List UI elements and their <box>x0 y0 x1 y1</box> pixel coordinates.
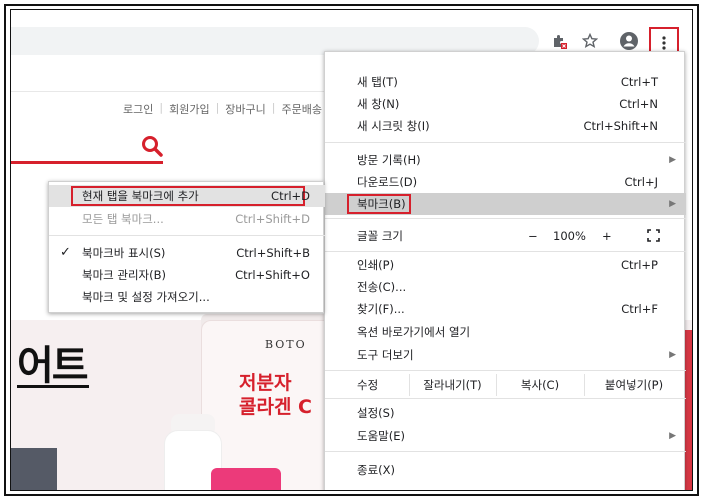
pink-product-box <box>211 468 281 490</box>
copy-button[interactable]: 복사(C) <box>496 372 584 398</box>
submenu-bookmark-all-label: 모든 탭 북마크... <box>82 212 164 226</box>
menu-bookmarks[interactable]: 북마크(B) ▶ <box>325 193 686 215</box>
menu-help[interactable]: 도움말(E) ▶ <box>325 425 686 447</box>
menu-open-in-app[interactable]: 옥션 바로가기에서 열기 <box>325 321 686 343</box>
submenu-show-bookmark-bar[interactable]: ✓ 북마크바 표시(S) Ctrl+Shift+B <box>49 242 325 264</box>
menu-print[interactable]: 인쇄(P) Ctrl+P <box>325 254 686 276</box>
menu-new-tab-shortcut: Ctrl+T <box>620 75 658 89</box>
menu-find[interactable]: 찾기(F)... Ctrl+F <box>325 298 686 320</box>
banner-headline: 어트 <box>17 343 89 389</box>
menu-divider <box>325 251 686 252</box>
menu-exit-label: 종료(X) <box>357 463 396 477</box>
menu-find-shortcut: Ctrl+F <box>621 302 658 316</box>
submenu-import-bookmarks[interactable]: 북마크 및 설정 가져오기... <box>49 286 325 308</box>
menu-new-window-shortcut: Ctrl+N <box>619 97 658 111</box>
menu-print-shortcut: Ctrl+P <box>620 258 658 272</box>
search-bar-underline <box>11 161 163 164</box>
submenu-show-bar-shortcut: Ctrl+Shift+B <box>236 246 310 260</box>
menu-more-tools[interactable]: 도구 더보기 ▶ <box>325 344 686 366</box>
menu-divider <box>325 451 686 452</box>
menu-new-window[interactable]: 새 창(N) Ctrl+N <box>325 93 686 115</box>
bookmark-submenu: 현재 탭을 북마크에 추가 Ctrl+D 모든 탭 북마크... Ctrl+Sh… <box>48 181 325 313</box>
cart-link[interactable]: 장바구니 <box>225 101 265 117</box>
menu-exit[interactable]: 종료(X) <box>325 459 686 481</box>
search-icon[interactable] <box>141 135 163 157</box>
menu-divider <box>325 142 686 143</box>
banner-dark-block <box>11 448 57 490</box>
menu-divider <box>325 218 686 219</box>
profile-icon[interactable] <box>619 31 639 51</box>
menu-edit-label: 수정 <box>357 378 379 392</box>
browser-window: 로그인 | 회원가입 | 장바구니 | 주문배송 어트 BOTO 저분자 콜라겐… <box>10 9 693 491</box>
submenu-add-bookmark[interactable]: 현재 탭을 북마크에 추가 Ctrl+D <box>49 185 325 207</box>
menu-help-label: 도움말(E) <box>357 429 405 443</box>
submenu-bookmark-manager[interactable]: 북마크 관리자(B) Ctrl+Shift+O <box>49 264 325 286</box>
zoom-level: 100% <box>553 229 586 243</box>
cut-button[interactable]: 잘라내기(T) <box>409 372 496 398</box>
menu-edit-row: 수정 잘라내기(T) 복사(C) 붙여넣기(P) <box>325 372 686 398</box>
menu-divider <box>325 370 686 371</box>
signup-link[interactable]: 회원가입 <box>169 101 209 117</box>
submenu-add-bookmark-shortcut: Ctrl+D <box>271 189 310 203</box>
star-icon[interactable] <box>580 31 600 51</box>
submenu-arrow-icon: ▶ <box>669 199 676 209</box>
submenu-arrow-icon: ▶ <box>669 155 676 165</box>
menu-new-tab[interactable]: 새 탭(T) Ctrl+T <box>325 71 686 93</box>
menu-cast[interactable]: 전송(C)... <box>325 276 686 298</box>
menu-downloads[interactable]: 다운로드(D) Ctrl+J <box>325 171 686 193</box>
headline-underline <box>17 385 89 388</box>
submenu-arrow-icon: ▶ <box>669 350 676 360</box>
checkmark-icon: ✓ <box>60 245 71 260</box>
chrome-main-menu: 새 탭(T) Ctrl+T 새 창(N) Ctrl+N 새 시크릿 창(I) C… <box>324 51 686 490</box>
menu-settings-label: 설정(S) <box>357 406 395 420</box>
submenu-arrow-icon: ▶ <box>669 431 676 441</box>
product-brand: BOTO <box>265 338 307 351</box>
submenu-bookmark-all-tabs[interactable]: 모든 탭 북마크... Ctrl+Shift+D <box>49 208 325 230</box>
menu-history-label: 방문 기록(H) <box>357 153 421 167</box>
extension-icon[interactable] <box>549 31 569 51</box>
submenu-manager-label: 북마크 관리자(B) <box>82 268 166 282</box>
highlight-box <box>347 194 411 214</box>
submenu-show-bar-label: 북마크바 표시(S) <box>82 246 166 260</box>
submenu-manager-shortcut: Ctrl+Shift+O <box>235 268 310 282</box>
menu-history[interactable]: 방문 기록(H) ▶ <box>325 149 686 171</box>
utility-links: 로그인 | 회원가입 | 장바구니 | 주문배송 <box>123 101 322 117</box>
menu-incognito[interactable]: 새 시크릿 창(I) Ctrl+Shift+N <box>325 115 686 137</box>
highlight-box <box>71 186 305 206</box>
menu-zoom: 글꼴 크기 − 100% + <box>325 225 686 247</box>
menu-downloads-shortcut: Ctrl+J <box>624 175 659 189</box>
product-name-line2: 콜라겐 C <box>239 396 312 418</box>
paste-button[interactable]: 붙여넣기(P) <box>584 372 684 398</box>
zoom-in-button[interactable]: + <box>602 229 612 243</box>
fullscreen-icon[interactable] <box>647 229 660 242</box>
login-link[interactable]: 로그인 <box>123 101 153 117</box>
menu-settings[interactable]: 설정(S) <box>325 402 686 424</box>
zoom-out-button[interactable]: − <box>528 229 538 243</box>
submenu-divider <box>49 235 325 236</box>
product-name-line1: 저분자 <box>239 372 292 394</box>
header-divider <box>11 91 331 92</box>
menu-cast-label: 전송(C)... <box>357 280 407 294</box>
menu-more-tools-label: 도구 더보기 <box>357 348 414 362</box>
menu-open-in-app-label: 옥션 바로가기에서 열기 <box>357 325 471 339</box>
submenu-bookmark-all-shortcut: Ctrl+Shift+D <box>235 212 310 226</box>
product-name: 저분자 콜라겐 C <box>239 371 312 419</box>
menu-zoom-label: 글꼴 크기 <box>357 229 403 243</box>
order-link[interactable]: 주문배송 <box>282 101 322 117</box>
menu-incognito-shortcut: Ctrl+Shift+N <box>583 119 658 133</box>
menu-divider <box>325 398 686 399</box>
submenu-import-label: 북마크 및 설정 가져오기... <box>82 290 210 304</box>
